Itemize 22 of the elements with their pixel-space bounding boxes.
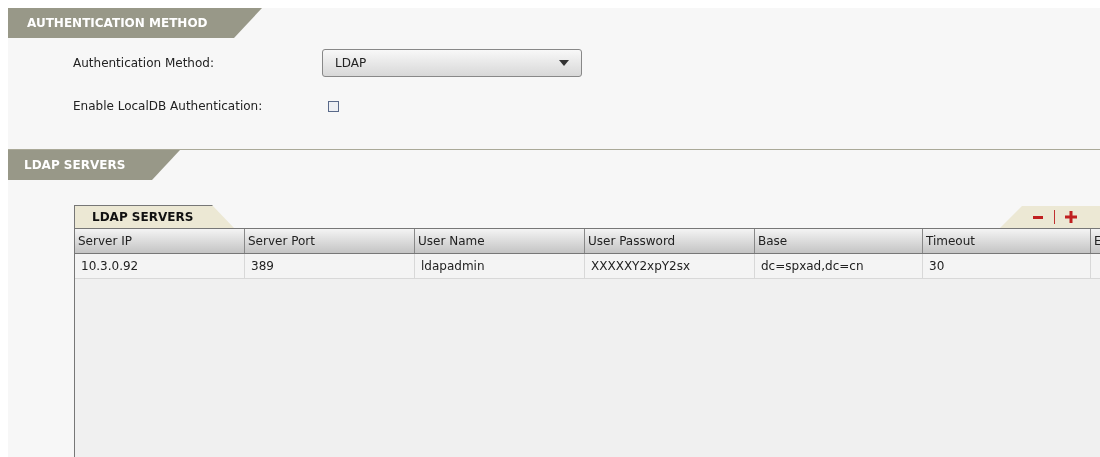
column-header[interactable]: User Name bbox=[415, 229, 585, 253]
column-header[interactable]: User Password bbox=[585, 229, 755, 253]
column-header[interactable]: Base bbox=[755, 229, 923, 253]
plus-icon[interactable] bbox=[1065, 211, 1077, 223]
table-cell-text: XXXXXY2xpY2sx bbox=[591, 258, 691, 275]
column-header[interactable]: Server Port bbox=[245, 229, 415, 253]
column-header[interactable]: Server IP bbox=[75, 229, 245, 253]
field-label: Authentication Method: bbox=[73, 55, 215, 72]
section-header: AUTHENTICATION METHOD bbox=[8, 8, 262, 38]
table-cell-text: 389 bbox=[251, 258, 274, 275]
column-header[interactable]: E bbox=[1091, 229, 1100, 253]
table-cell-text: 30 bbox=[929, 258, 945, 275]
section-header: LDAP SERVERS bbox=[8, 150, 180, 180]
table-tab[interactable]: LDAP SERVERS bbox=[74, 205, 234, 228]
column-header[interactable]: Timeout bbox=[923, 229, 1091, 253]
localdb-checkbox[interactable] bbox=[328, 100, 339, 112]
table-cell-text: 10.3.0.92 bbox=[81, 258, 139, 275]
field-label: Enable LocalDB Authentication: bbox=[73, 98, 264, 115]
table-cell-text: ldapadmin bbox=[421, 258, 485, 275]
caret-icon bbox=[559, 60, 569, 66]
method-dropdown[interactable]: LDAP bbox=[322, 49, 582, 77]
table-cell-text: dc=spxad,dc=cn bbox=[761, 258, 864, 275]
